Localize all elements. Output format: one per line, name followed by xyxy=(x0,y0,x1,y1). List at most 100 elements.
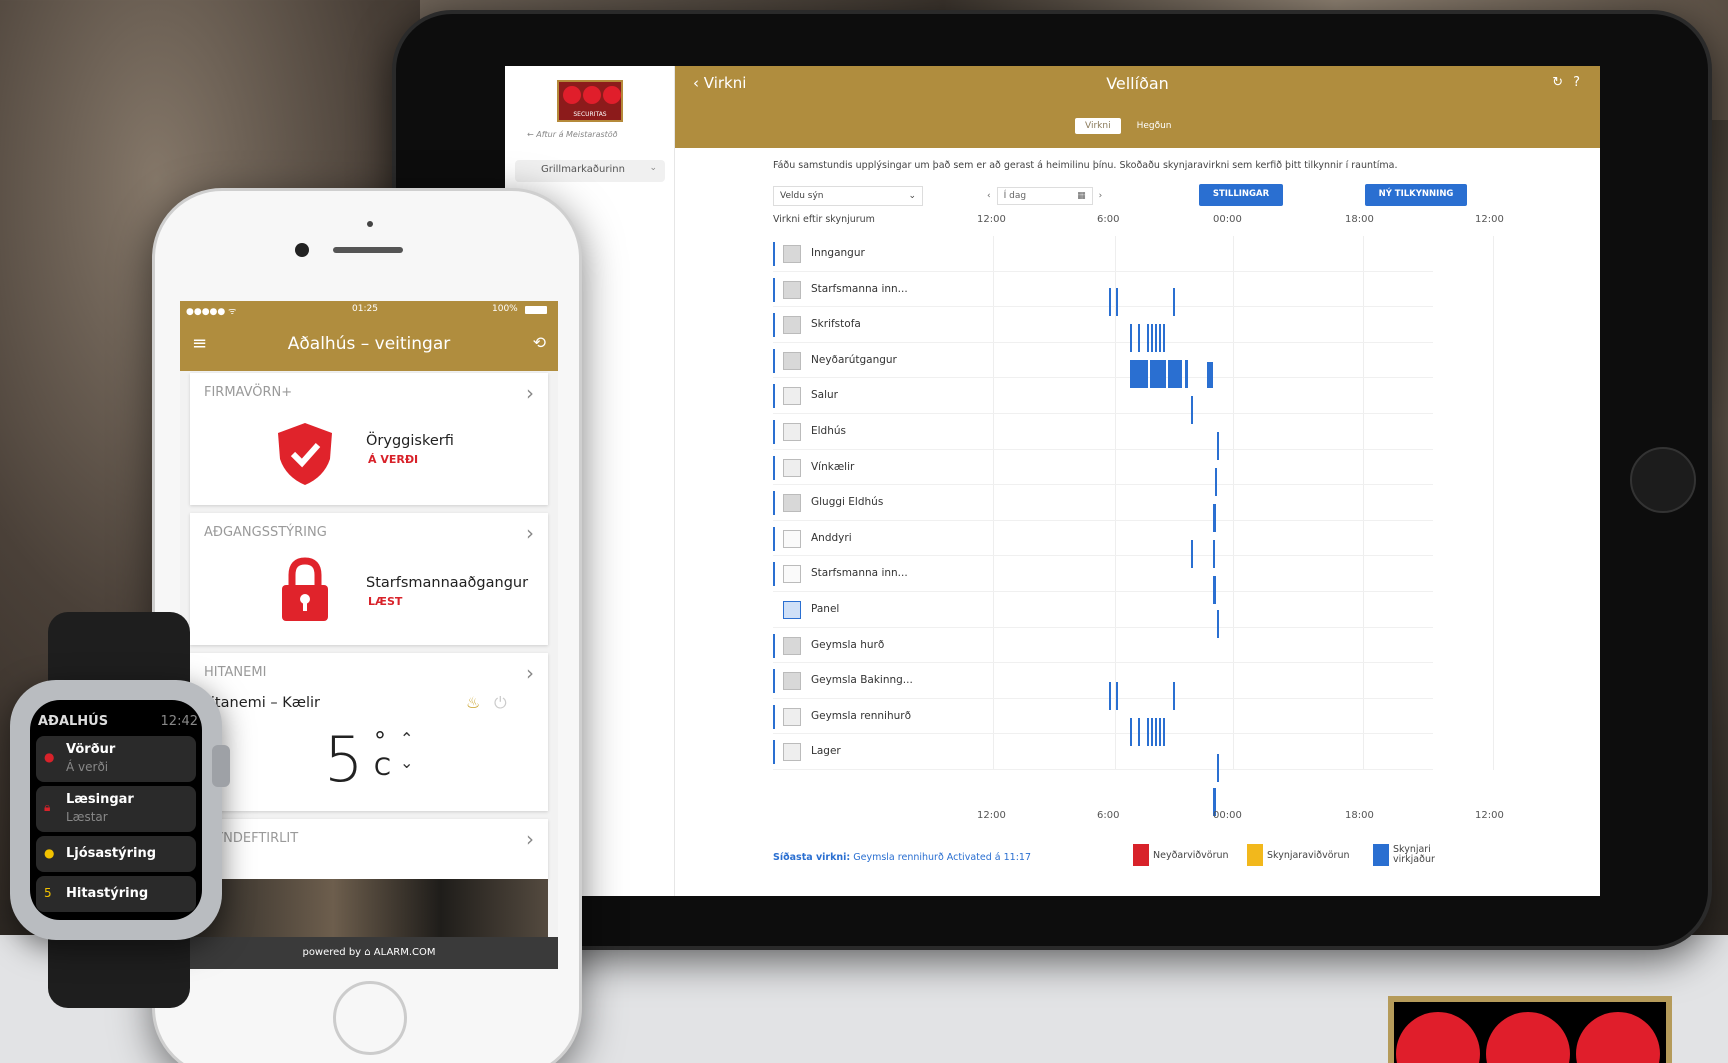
watch-item-subtitle: Læstar xyxy=(66,810,108,824)
watch-time: 12:42 xyxy=(160,714,198,729)
ipad-home-button[interactable] xyxy=(1630,447,1696,513)
help-icon[interactable]: ? xyxy=(1573,75,1590,90)
new-notification-button[interactable]: NÝ TILKYNNING xyxy=(1365,184,1467,206)
next-day-button[interactable]: › xyxy=(1099,191,1103,201)
sensor-name: Lager xyxy=(811,745,841,758)
sensor-row[interactable]: Salur xyxy=(773,378,1433,414)
sensor-row[interactable]: Vínkælir xyxy=(773,450,1433,486)
legend-item: Skynjaraviðvörun xyxy=(1247,844,1349,866)
sensor-row[interactable]: Eldhús xyxy=(773,414,1433,450)
motion-sensor-icon xyxy=(783,565,801,584)
sensor-row[interactable]: Geymsla hurð xyxy=(773,628,1433,664)
sensor-row[interactable]: Neyðarútgangur xyxy=(773,343,1433,379)
prev-day-button[interactable]: ‹ xyxy=(987,191,991,201)
legend-label: Neyðarviðvörun xyxy=(1153,849,1229,861)
sensor-name: Geymsla hurð xyxy=(811,638,885,651)
motion-sensor-icon xyxy=(783,529,801,548)
watch-crown[interactable] xyxy=(212,745,230,787)
calendar-icon: ▦ xyxy=(1077,191,1086,201)
heat-mode-icon[interactable]: ♨ xyxy=(466,693,480,712)
sensor-name: Neyðarútgangur xyxy=(811,353,897,366)
door-sensor-icon xyxy=(783,707,801,726)
view-select[interactable]: Veldu sýn ⌄ xyxy=(773,186,923,206)
camera-preview-image[interactable] xyxy=(190,879,548,937)
legend-label: Skynjari virkjaður xyxy=(1393,843,1435,865)
date-field[interactable]: Í dag ▦ xyxy=(996,187,1093,205)
history-icon[interactable]: ⟲ xyxy=(533,333,546,352)
settings-button[interactable]: STILLINGAR xyxy=(1199,184,1283,206)
card-header: FIRMAVÖRN+ xyxy=(204,385,293,400)
carrier-signal: ●●●●● ᯤ xyxy=(186,307,237,317)
temp-down-button[interactable]: ⌄ xyxy=(400,753,413,772)
chevron-right-icon: › xyxy=(526,521,534,545)
sensor-name: Gluggi Eldhús xyxy=(811,496,884,509)
intro-text: Fáðu samstundis upplýsingar um það sem e… xyxy=(773,160,1398,171)
watch-item-lights[interactable]: ● Ljósastýring xyxy=(36,836,196,872)
sensor-name: Panel xyxy=(811,602,840,615)
legend-swatch xyxy=(1247,844,1263,866)
chevron-right-icon: › xyxy=(526,827,534,851)
watch-item-title: Hitastýring xyxy=(66,886,149,901)
sensor-row[interactable]: Panel xyxy=(773,592,1433,628)
security-card[interactable]: FIRMAVÖRN+ › Öryggiskerfi Á VERÐI xyxy=(190,373,548,505)
phone-header: ≡ Aðalhús – veitingar ⟲ xyxy=(180,319,558,371)
access-card[interactable]: AÐGANGSSTÝRING › Starfsmannaaðgangur LÆS… xyxy=(190,513,548,645)
power-icon[interactable]: ⏻ xyxy=(494,693,507,713)
door-sensor-icon xyxy=(783,636,801,655)
sensor-row[interactable]: Inngangur xyxy=(773,236,1433,272)
sensor-row[interactable]: Starfsmanna inn... xyxy=(773,272,1433,308)
sensor-name: Vínkælir xyxy=(811,460,855,473)
battery-icon xyxy=(525,306,547,314)
sensor-row[interactable]: Skrifstofa xyxy=(773,307,1433,343)
panel-icon xyxy=(783,600,801,619)
camera-card[interactable]: MYNDEFTIRLIT › xyxy=(190,819,548,879)
watch-item-locks[interactable]: 🔒︎ Læsingar Læstar xyxy=(36,786,196,832)
window-sensor-icon xyxy=(783,387,801,406)
sensor-row[interactable]: Geymsla rennihurð xyxy=(773,699,1433,735)
page-title: Vellíðan xyxy=(1106,74,1169,93)
iphone-home-button[interactable] xyxy=(333,981,407,1055)
date-value: Í dag xyxy=(1003,191,1027,201)
temp-up-button[interactable]: ⌃ xyxy=(400,729,413,748)
ipad-screen: SECURITAS ← Aftur á Meistarastöð Grillma… xyxy=(505,66,1600,896)
sensor-row[interactable]: Geymsla Bakinng... xyxy=(773,663,1433,699)
view-select-value: Veldu sýn xyxy=(780,191,824,201)
watch-item-thermostat[interactable]: 5 Hitastýring xyxy=(36,876,196,912)
access-label: Starfsmannaaðgangur xyxy=(366,575,529,591)
phone-title: Aðalhús – veitingar xyxy=(287,334,451,354)
site-select[interactable]: Grillmarkaðurinn ⌄ xyxy=(515,160,665,182)
securitas-brand-logo xyxy=(1388,996,1672,1063)
axis-bottom-label: 12:00 xyxy=(977,810,1006,821)
watch-item-title: Ljósastýring xyxy=(66,846,157,861)
door-sensor-icon xyxy=(783,351,801,370)
door-sensor-icon xyxy=(783,245,801,263)
chevron-down-icon: ⌄ xyxy=(908,191,916,201)
door-sensor-icon xyxy=(783,316,801,335)
legend-label: Skynjaraviðvörun xyxy=(1267,849,1350,861)
axis-top-label: 00:00 xyxy=(1213,214,1242,225)
last-activity-label: Síðasta virkni: xyxy=(773,852,851,863)
refresh-icon[interactable]: ↻ xyxy=(1552,75,1573,90)
card-header: AÐGANGSSTÝRING xyxy=(204,525,327,540)
topbar: ‹ Virkni Vellíðan ↻? Virkni Hegðun xyxy=(675,66,1600,148)
lock-icon: 🔒︎ xyxy=(44,800,51,814)
sensor-row[interactable]: Gluggi Eldhús xyxy=(773,485,1433,521)
sensor-name: Inngangur xyxy=(811,247,865,259)
chevron-right-icon: › xyxy=(526,661,534,685)
legend-swatch xyxy=(1373,844,1389,866)
tab-behavior[interactable]: Hegðun xyxy=(1127,118,1182,134)
sensor-row[interactable]: Anddyri xyxy=(773,521,1433,557)
watch-item-guard[interactable]: ● Vörður Á verði xyxy=(36,736,196,782)
last-activity-value[interactable]: Geymsla rennihurð Activated á 11:17 xyxy=(853,852,1031,863)
sensor-name: Eldhús xyxy=(811,424,846,437)
sidebar-back-link[interactable]: ← Aftur á Meistarastöð xyxy=(527,130,618,139)
sensor-row[interactable]: Lager xyxy=(773,734,1433,770)
sensors-title: Virkni eftir skynjurum xyxy=(773,214,875,225)
sensor-row[interactable]: Starfsmanna inn... xyxy=(773,556,1433,592)
tab-activity[interactable]: Virkni xyxy=(1075,118,1121,134)
axis-top-label: 12:00 xyxy=(1475,214,1504,225)
temperature-card[interactable]: HITANEMI › Hitanemi – Kælir ♨ ⏻ 5 ° C ⌃ … xyxy=(190,653,548,811)
watch-screen: AÐALHÚS 12:42 ● Vörður Á verði 🔒︎ Læsing… xyxy=(30,700,202,920)
phone-screen: ●●●●● ᯤ 01:25 100% ≡ Aðalhús – veitingar… xyxy=(180,301,558,969)
sensor-name: Skrifstofa xyxy=(811,318,861,331)
